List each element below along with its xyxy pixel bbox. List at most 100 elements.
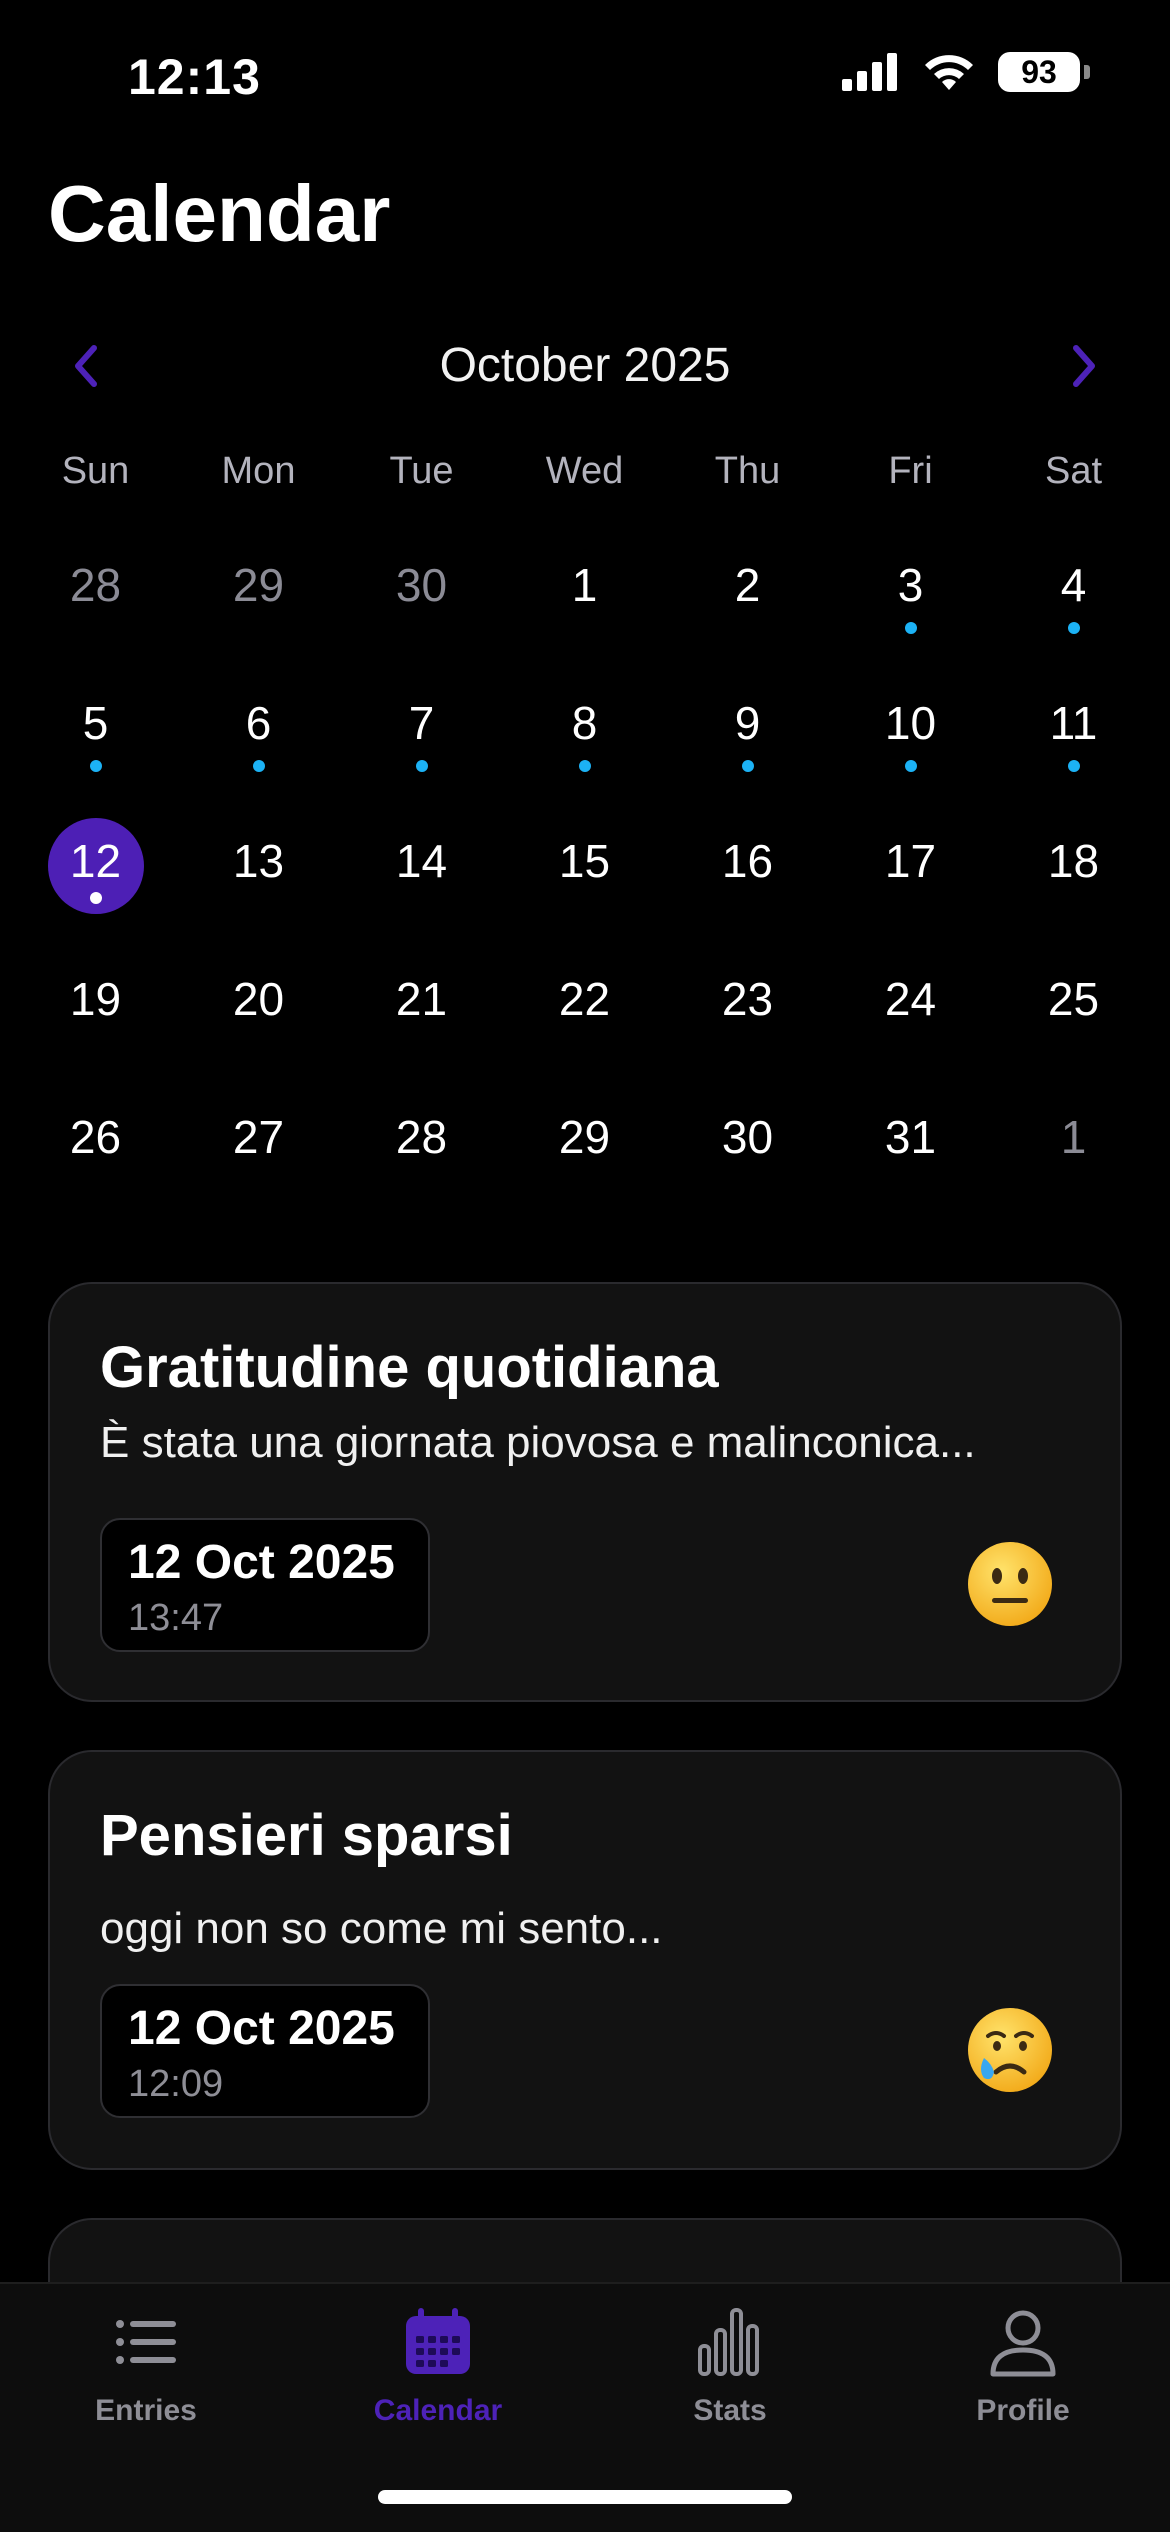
calendar-day[interactable]: 28 <box>14 522 177 660</box>
tab-stats[interactable]: Stats <box>605 2304 855 2428</box>
calendar-day[interactable]: 27 <box>177 1074 340 1212</box>
entry-indicator-dot <box>1067 760 1080 772</box>
calendar-day[interactable]: 30 <box>340 522 503 660</box>
calendar-day[interactable]: 8 <box>503 660 666 798</box>
entry-date-badge: 12 Oct 2025 12:09 <box>100 1984 430 2118</box>
day-number: 28 <box>69 559 122 611</box>
calendar-day[interactable]: 16 <box>666 798 829 936</box>
entry-card[interactable]: Gratitudine quotidiana È stata una giorn… <box>48 1282 1122 1702</box>
day-number: 20 <box>232 973 285 1025</box>
entry-indicator-dot <box>741 760 754 772</box>
entry-card[interactable]: Pensieri sparsi oggi non so come mi sent… <box>48 1750 1122 2170</box>
entry-indicator-dot <box>904 622 917 634</box>
day-number: 15 <box>558 835 611 887</box>
calendar-day[interactable]: 24 <box>829 936 992 1074</box>
tab-entries[interactable]: Entries <box>21 2304 271 2428</box>
calendar-day[interactable]: 31 <box>829 1074 992 1212</box>
bar-chart-icon <box>698 2308 759 2376</box>
entry-date: 12 Oct 2025 <box>128 1536 395 1589</box>
calendar-day[interactable]: 21 <box>340 936 503 1074</box>
person-icon <box>990 2310 1056 2377</box>
day-number: 16 <box>721 835 774 887</box>
neutral-face-icon <box>968 1542 1052 1626</box>
list-icon <box>116 2320 176 2364</box>
tab-label: Profile <box>976 2394 1070 2427</box>
day-number: 11 <box>1049 697 1098 749</box>
tab-profile[interactable]: Profile <box>898 2304 1148 2428</box>
day-number: 19 <box>69 973 122 1025</box>
calendar-day[interactable]: 5 <box>14 660 177 798</box>
day-number: 13 <box>232 835 285 887</box>
weekday-label: Fri <box>888 450 933 492</box>
calendar-day[interactable]: 30 <box>666 1074 829 1212</box>
day-number: 30 <box>721 1111 774 1163</box>
crying-face-icon <box>968 2008 1052 2092</box>
calendar-day[interactable]: 15 <box>503 798 666 936</box>
day-number: 1 <box>571 559 598 611</box>
day-number: 23 <box>721 973 774 1025</box>
day-number: 10 <box>884 697 937 749</box>
day-number: 22 <box>558 973 611 1025</box>
calendar-day[interactable]: 14 <box>340 798 503 936</box>
calendar-day[interactable]: 23 <box>666 936 829 1074</box>
calendar-day[interactable]: 18 <box>992 798 1155 936</box>
calendar-day[interactable]: 22 <box>503 936 666 1074</box>
weekday-label: Sat <box>1044 450 1103 492</box>
weekday-label: Thu <box>714 450 781 492</box>
day-number: 29 <box>558 1111 611 1163</box>
calendar-day[interactable]: 26 <box>14 1074 177 1212</box>
day-number: 18 <box>1047 835 1100 887</box>
home-indicator[interactable] <box>378 2490 792 2504</box>
day-number: 29 <box>232 559 285 611</box>
day-number: 25 <box>1047 973 1100 1025</box>
calendar-day[interactable]: 28 <box>340 1074 503 1212</box>
entry-indicator-dot <box>89 892 102 904</box>
day-number: 26 <box>69 1111 122 1163</box>
entry-indicator-dot <box>1067 622 1080 634</box>
calendar-day[interactable]: 7 <box>340 660 503 798</box>
calendar-screen: 12:13 93 Calendar October 2025 Sun Mon T… <box>0 0 1170 2532</box>
calendar-day[interactable]: 17 <box>829 798 992 936</box>
entry-time: 13:47 <box>128 1596 224 1639</box>
calendar-day[interactable]: 1 <box>992 1074 1155 1212</box>
entry-time: 12:09 <box>128 2062 224 2105</box>
status-time: 12:13 <box>128 49 261 105</box>
cellular-signal-icon <box>842 53 897 91</box>
chevron-right-icon[interactable] <box>1054 338 1110 394</box>
day-number: 7 <box>408 697 435 749</box>
day-number: 12 <box>69 835 122 887</box>
entry-date: 12 Oct 2025 <box>128 2002 395 2055</box>
calendar-day[interactable]: 11 <box>992 660 1155 798</box>
calendar-day[interactable]: 20 <box>177 936 340 1074</box>
calendar-day[interactable]: 3 <box>829 522 992 660</box>
calendar-day[interactable]: 2 <box>666 522 829 660</box>
calendar-day-grid: 28 29 30 1 2 3 4 5 6 7 8 9 10 11 12 13 14 15 16 17 18 19 20 21 2… <box>14 522 1156 1212</box>
tab-calendar[interactable]: Calendar <box>313 2304 563 2428</box>
entry-excerpt: È stata una giornata piovosa e malinconi… <box>100 1418 976 1467</box>
tab-label: Calendar <box>373 2394 503 2427</box>
weekday-header: Sun Mon Tue Wed Thu Fri Sat <box>14 450 1156 493</box>
day-number: 27 <box>232 1111 285 1163</box>
calendar-day[interactable]: 25 <box>992 936 1155 1074</box>
calendar-day[interactable]: 4 <box>992 522 1155 660</box>
calendar-day[interactable]: 29 <box>177 522 340 660</box>
weekday-label: Mon <box>221 450 296 492</box>
calendar-day[interactable]: 10 <box>829 660 992 798</box>
day-number: 5 <box>82 697 109 749</box>
entry-indicator-dot <box>578 760 591 772</box>
calendar-day[interactable]: 1 <box>503 522 666 660</box>
tab-label: Entries <box>95 2394 197 2427</box>
calendar-day[interactable]: 29 <box>503 1074 666 1212</box>
calendar-day[interactable]: 13 <box>177 798 340 936</box>
day-number: 21 <box>395 973 448 1025</box>
page-title: Calendar <box>48 169 391 258</box>
status-icons: 93 <box>842 52 1090 92</box>
calendar-day[interactable]: 9 <box>666 660 829 798</box>
day-number: 1 <box>1060 1111 1087 1163</box>
calendar-day[interactable]: 19 <box>14 936 177 1074</box>
day-number: 17 <box>884 835 937 887</box>
entry-indicator-dot <box>89 760 102 772</box>
calendar-day[interactable]: 6 <box>177 660 340 798</box>
day-number: 4 <box>1060 559 1087 611</box>
calendar-day-selected[interactable]: 12 <box>14 798 177 936</box>
